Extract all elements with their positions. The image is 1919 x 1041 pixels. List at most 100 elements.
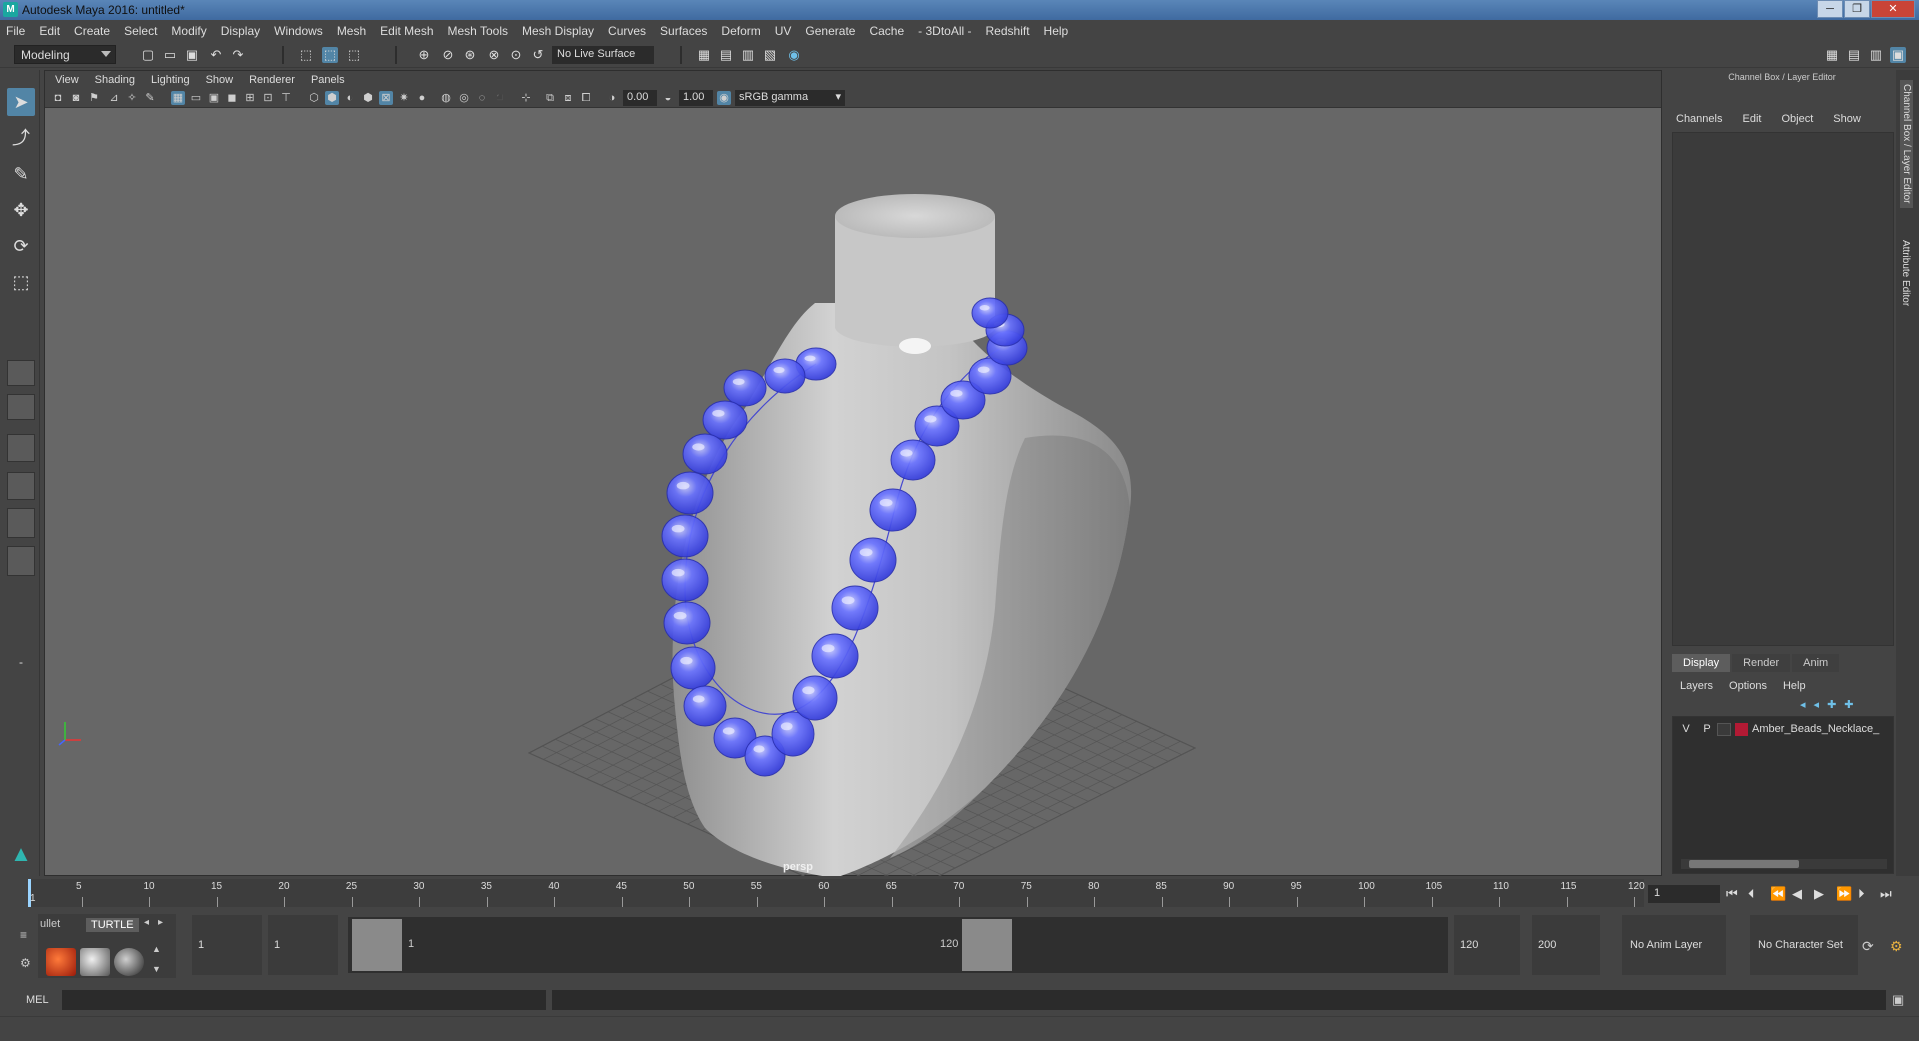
- menu-generate[interactable]: Generate: [805, 24, 855, 38]
- select-by-object-icon[interactable]: ⬚: [322, 47, 338, 63]
- image-plane-icon[interactable]: ⊿: [107, 91, 121, 105]
- menu-edit-mesh[interactable]: Edit Mesh: [380, 24, 433, 38]
- shelf-scroll-down-icon[interactable]: ▼: [152, 964, 161, 974]
- xray-icon[interactable]: ⧉: [543, 91, 557, 105]
- render-frame-icon[interactable]: ▤: [718, 47, 734, 63]
- multisample-aa-icon[interactable]: ◌: [475, 91, 489, 105]
- magnet-icon[interactable]: ↺: [530, 47, 546, 63]
- move-layer-up-icon[interactable]: ◂: [1800, 698, 1806, 711]
- menu-set-dropdown[interactable]: Modeling: [14, 45, 116, 64]
- current-frame-field[interactable]: 1: [1648, 885, 1720, 903]
- textured-icon[interactable]: ⊠: [379, 91, 393, 105]
- side-tab-channel-box[interactable]: Channel Box / Layer Editor: [1900, 80, 1913, 208]
- make-live-icon[interactable]: ⊙: [508, 47, 524, 63]
- xray-joints-icon[interactable]: ⧈: [561, 91, 575, 105]
- range-end-handle[interactable]: [962, 919, 1012, 971]
- move-tool-icon[interactable]: ✥: [7, 196, 35, 224]
- layer-list-scrollbar[interactable]: [1681, 859, 1887, 869]
- animation-preferences-icon[interactable]: ⚙: [1890, 938, 1903, 955]
- menu-mesh-tools[interactable]: Mesh Tools: [448, 24, 508, 38]
- exposure-field[interactable]: 0.00: [623, 90, 657, 106]
- two-d-pan-icon[interactable]: ✧: [125, 91, 139, 105]
- layer-playback-toggle[interactable]: P: [1697, 723, 1717, 735]
- channel-box-menu-show[interactable]: Show: [1833, 113, 1861, 125]
- channel-box-menu-channels[interactable]: Channels: [1676, 113, 1722, 125]
- menu-display[interactable]: Display: [221, 24, 260, 38]
- menu-curves[interactable]: Curves: [608, 24, 646, 38]
- time-ruler[interactable]: 1 5 10 15 20 25 30 35 40 45 50 55 60 65 70 75 80 85 90 95 1…: [28, 879, 1645, 907]
- tab-display[interactable]: Display: [1672, 654, 1731, 672]
- close-button[interactable]: ✕: [1871, 0, 1915, 18]
- scrollbar-thumb[interactable]: [1689, 860, 1799, 868]
- layer-visibility-toggle[interactable]: V: [1675, 723, 1697, 735]
- snap-point-icon[interactable]: ⊛: [462, 47, 478, 63]
- lasso-tool-icon[interactable]: ⤴: [7, 124, 35, 152]
- character-set-dropdown[interactable]: No Character Set: [1750, 915, 1858, 975]
- layer-menu-help[interactable]: Help: [1783, 680, 1806, 692]
- field-chart-icon[interactable]: ⊞: [243, 91, 257, 105]
- shelf-scroll-up-icon[interactable]: ▲: [152, 944, 161, 954]
- tab-render[interactable]: Render: [1732, 654, 1791, 672]
- paint-select-tool-icon[interactable]: ✎: [7, 160, 35, 188]
- resolution-gate-icon[interactable]: ▣: [207, 91, 221, 105]
- menu-deform[interactable]: Deform: [721, 24, 760, 38]
- shelf-menu-icon[interactable]: ≡: [20, 928, 27, 942]
- step-forward-frame-icon[interactable]: ⏵: [1858, 886, 1865, 902]
- redo-icon[interactable]: ↷: [230, 47, 246, 63]
- wireframe-on-shaded-icon[interactable]: ⬢: [361, 91, 375, 105]
- bookmark-icon[interactable]: ⚑: [87, 91, 101, 105]
- camera-attributes-icon[interactable]: ◙: [69, 91, 83, 105]
- menu-select[interactable]: Select: [124, 24, 157, 38]
- tab-anim[interactable]: Anim: [1792, 654, 1840, 672]
- playback-end-field[interactable]: 120: [1454, 915, 1520, 975]
- viewport-panel[interactable]: View Shading Lighting Show Renderer Pane…: [44, 70, 1662, 909]
- snap-grid-icon[interactable]: ⊕: [416, 47, 432, 63]
- animation-start-field[interactable]: 1: [192, 915, 262, 975]
- smooth-shade-icon[interactable]: ⬢: [325, 91, 339, 105]
- modeling-toolkit-icon[interactable]: ▦: [1824, 47, 1840, 63]
- menu-mesh[interactable]: Mesh: [337, 24, 366, 38]
- anim-layer-dropdown[interactable]: No Anim Layer: [1622, 915, 1726, 975]
- isolate-select-icon[interactable]: ⊹: [519, 91, 533, 105]
- menu-surfaces[interactable]: Surfaces: [660, 24, 707, 38]
- depth-of-field-icon[interactable]: ◾: [493, 91, 507, 105]
- play-forwards-icon[interactable]: ▶: [1814, 886, 1824, 902]
- shadows-icon[interactable]: ●: [415, 91, 429, 105]
- turtle-bake-icon[interactable]: [80, 948, 110, 976]
- go-to-start-icon[interactable]: ⏮: [1726, 886, 1738, 902]
- rotate-tool-icon[interactable]: ⟳: [7, 232, 35, 260]
- range-start-handle[interactable]: [352, 919, 402, 971]
- layer-row[interactable]: V P Amber_Beads_Necklace_: [1675, 721, 1891, 737]
- new-empty-layer-icon[interactable]: ✚: [1827, 698, 1836, 711]
- turtle-render-icon[interactable]: [46, 948, 76, 976]
- viewport-menu-panels[interactable]: Panels: [311, 74, 345, 86]
- new-scene-icon[interactable]: ▢: [140, 47, 156, 63]
- shelf-settings-icon[interactable]: ⚙: [20, 956, 31, 970]
- viewport-menu-renderer[interactable]: Renderer: [249, 74, 295, 86]
- viewport-menu-shading[interactable]: Shading: [95, 74, 135, 86]
- script-editor-icon[interactable]: ▣: [1892, 992, 1904, 1008]
- save-scene-icon[interactable]: ▣: [184, 47, 200, 63]
- ipr-render-icon[interactable]: ▥: [740, 47, 756, 63]
- perspective-outliner-layout-icon[interactable]: [7, 434, 35, 462]
- animation-end-field[interactable]: 200: [1532, 915, 1600, 975]
- graph-editor-layout-icon[interactable]: [7, 472, 35, 500]
- hypershade-layout-icon[interactable]: [7, 508, 35, 538]
- gamma-field[interactable]: 1.00: [679, 90, 713, 106]
- snap-view-plane-icon[interactable]: ⊗: [486, 47, 502, 63]
- channel-box-menu-object[interactable]: Object: [1781, 113, 1813, 125]
- use-all-lights-icon[interactable]: ✷: [397, 91, 411, 105]
- hypershade-icon[interactable]: ◉: [786, 47, 802, 63]
- shelf-scroll-right-icon[interactable]: ▸: [158, 917, 163, 928]
- motion-blur-icon[interactable]: ◎: [457, 91, 471, 105]
- undo-icon[interactable]: ↶: [208, 47, 224, 63]
- menu-mesh-display[interactable]: Mesh Display: [522, 24, 594, 38]
- side-tab-attribute-editor[interactable]: Attribute Editor: [1900, 240, 1911, 306]
- step-forward-key-icon[interactable]: ⏩: [1836, 886, 1852, 902]
- layer-display-type-toggle[interactable]: [1717, 722, 1731, 736]
- safe-title-icon[interactable]: ⊤: [279, 91, 293, 105]
- toolbox-extra-icon[interactable]: -: [7, 648, 35, 676]
- play-backwards-icon[interactable]: ◀: [1792, 886, 1802, 902]
- xray-components-icon[interactable]: ⧠: [579, 91, 593, 105]
- menu-windows[interactable]: Windows: [274, 24, 323, 38]
